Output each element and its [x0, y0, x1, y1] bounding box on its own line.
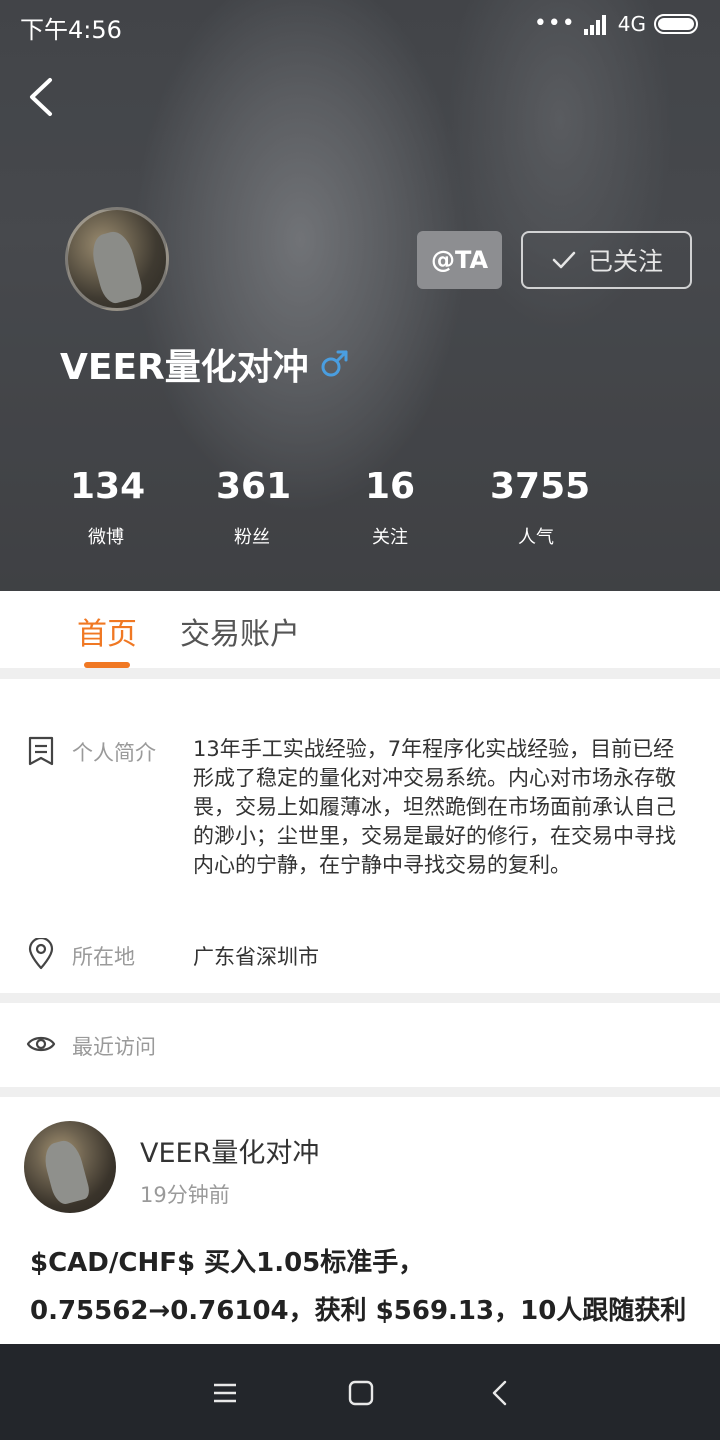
back-arrow-icon	[30, 78, 52, 116]
location-value: 广东省深圳市	[193, 945, 319, 969]
signal-dots: •••	[533, 11, 576, 36]
profile-name: VEER量化对冲	[60, 347, 309, 388]
home-square-icon[interactable]	[346, 1378, 376, 1408]
location-label: 所在地	[72, 945, 135, 969]
check-icon	[552, 251, 576, 269]
male-gender-icon	[321, 350, 348, 377]
stat-fans[interactable]: 361 粉丝	[216, 466, 292, 549]
bio-text: 13年手工实战经验，7年程序化实战经验，目前已经形成了稳定的量化对冲交易系统。内…	[193, 737, 676, 877]
profile-avatar[interactable]	[65, 207, 169, 311]
tab-bar: 首页 交易账户	[0, 591, 720, 668]
post-line: 0.75562→0.76104，获利 $569.13，10人跟随获利	[30, 1296, 687, 1326]
profile-info-section: 个人简介 13年手工实战经验，7年程序化实战经验，目前已经形成了稳定的量化对冲交…	[0, 679, 720, 993]
follow-button-label: 已关注	[587, 247, 663, 276]
network-type: 4G	[617, 12, 646, 36]
tab-home[interactable]: 首页	[77, 609, 137, 653]
stat-label: 人气	[518, 527, 554, 548]
post-card[interactable]: VEER量化对冲 19分钟前 $CAD/CHF$ 买入1.05标准手， 0.75…	[0, 1097, 720, 1344]
back-triangle-icon[interactable]	[485, 1378, 515, 1408]
stat-value: 3755	[490, 466, 591, 507]
stat-value: 16	[364, 466, 416, 507]
back-button[interactable]	[22, 72, 62, 122]
status-bar: 下午4:56 ••• 4G	[0, 0, 720, 52]
profile-header: 下午4:56 ••• 4G @TA 已关注 VEER量化对冲 134 微博 36…	[0, 0, 720, 591]
stat-following[interactable]: 16 关注	[354, 466, 426, 549]
post-author-name[interactable]: VEER量化对冲	[140, 1131, 319, 1170]
tab-trading-account[interactable]: 交易账户	[180, 609, 300, 653]
mention-button[interactable]: @TA	[417, 231, 502, 289]
eye-icon	[26, 1036, 56, 1052]
profile-name-row: VEER量化对冲	[60, 338, 349, 390]
stat-label: 粉丝	[234, 527, 270, 548]
status-indicators: ••• 4G	[534, 12, 698, 36]
post-author-avatar[interactable]	[24, 1121, 116, 1213]
post-line: $CAD/CHF$ 买入1.05标准手，	[30, 1248, 425, 1278]
bio-label: 个人简介	[72, 741, 156, 765]
status-time: 下午4:56	[20, 16, 122, 44]
location-pin-icon	[28, 938, 54, 970]
battery-icon	[654, 14, 698, 34]
signal-icon	[583, 15, 606, 35]
menu-icon[interactable]	[210, 1378, 240, 1408]
stat-weibo[interactable]: 134 微博	[70, 466, 146, 549]
stat-label: 微博	[88, 527, 124, 548]
recent-visitors-label: 最近访问	[72, 1035, 156, 1059]
system-nav-bar	[0, 1344, 720, 1440]
post-content: $CAD/CHF$ 买入1.05标准手， 0.75562→0.76104，获利 …	[30, 1239, 700, 1335]
stat-value: 361	[216, 466, 292, 507]
stat-label: 关注	[372, 527, 408, 548]
recent-visitors-row[interactable]: 最近访问	[0, 1003, 720, 1087]
follow-status-button[interactable]: 已关注	[521, 231, 692, 289]
active-tab-indicator	[84, 662, 130, 668]
bio-icon	[28, 736, 54, 766]
stat-value: 134	[70, 466, 146, 507]
post-timestamp: 19分钟前	[140, 1183, 230, 1207]
stat-popularity[interactable]: 3755 人气	[490, 466, 591, 549]
